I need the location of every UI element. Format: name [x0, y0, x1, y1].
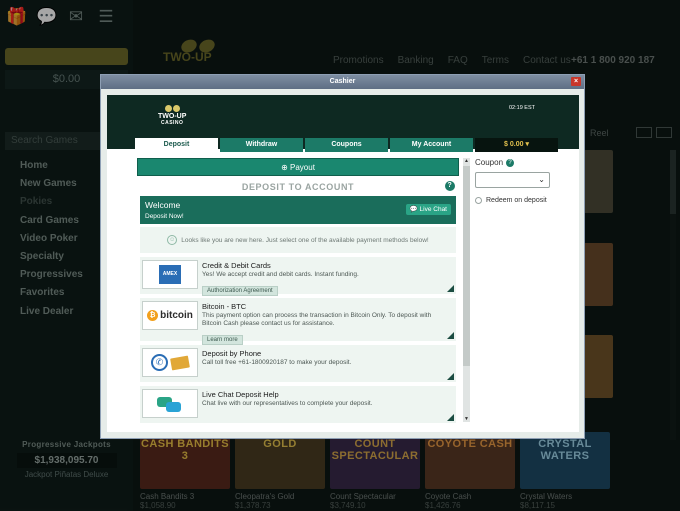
- corner-arrow-icon: [447, 373, 454, 380]
- welcome-subtitle: Deposit Now!: [145, 213, 184, 220]
- coupon-help-icon[interactable]: ?: [506, 158, 515, 167]
- chat-bubble-icon: 💬: [409, 206, 418, 213]
- cashier-content: TWO-UP CASINO 02:19 EST Deposit Withdraw…: [107, 95, 579, 432]
- radio-button[interactable]: [475, 197, 482, 204]
- payout-button[interactable]: ⊕ Payout: [137, 158, 459, 176]
- clock: 02:19 EST: [509, 105, 535, 111]
- coupon-select[interactable]: ⌄: [475, 172, 550, 188]
- payment-method-live-chat[interactable]: Live Chat Deposit Help Chat live with ou…: [140, 386, 456, 423]
- method-desc: Chat live with our representatives to co…: [202, 400, 373, 407]
- cashier-modal: Cashier × TWO-UP CASINO 02:19 EST Deposi…: [100, 74, 585, 439]
- modal-title: Cashier: [329, 78, 356, 85]
- scroll-up-icon[interactable]: ▲: [463, 158, 470, 164]
- payment-method-card[interactable]: AMEX Credit & Debit Cards Yes! We accept…: [140, 257, 456, 296]
- modal-titlebar[interactable]: Cashier ×: [101, 75, 584, 89]
- method-title: Credit & Debit Cards: [202, 261, 271, 270]
- bitcoin-icon: ₿ bitcoin: [142, 301, 198, 330]
- live-chat-button[interactable]: 💬 Live Chat: [405, 204, 451, 215]
- amex-card-icon: AMEX: [142, 260, 198, 289]
- balance-dropdown[interactable]: $ 0.00 ▾: [475, 138, 558, 152]
- coupon-label: Coupon ?: [475, 158, 555, 167]
- cashier-logo: TWO-UP CASINO: [158, 105, 186, 127]
- deposit-panel: ⊕ Payout DEPOSIT TO ACCOUNT ? Welcome De…: [137, 158, 459, 423]
- method-title: Deposit by Phone: [202, 349, 262, 358]
- corner-arrow-icon: [447, 332, 454, 339]
- live-chat-icon: [142, 389, 198, 418]
- method-desc: This payment option can process the tran…: [202, 312, 432, 327]
- methods-scrollbar[interactable]: ▲ ▼: [463, 158, 470, 422]
- section-title: DEPOSIT TO ACCOUNT ?: [137, 181, 459, 192]
- learn-more-link[interactable]: Learn more: [202, 335, 243, 345]
- method-desc: Call toll free +61-1800920187 to make yo…: [202, 359, 352, 366]
- help-icon[interactable]: ?: [445, 181, 455, 191]
- scroll-down-icon[interactable]: ▼: [463, 416, 470, 422]
- tab-withdraw[interactable]: Withdraw: [220, 138, 303, 152]
- new-user-notice: ☺ Looks like you are new here. Just sele…: [140, 227, 456, 253]
- welcome-banner: Welcome Deposit Now! 💬 Live Chat: [140, 196, 456, 224]
- cashier-tabs: Deposit Withdraw Coupons My Account $ 0.…: [135, 138, 558, 152]
- corner-arrow-icon: [447, 285, 454, 292]
- authorization-agreement-link[interactable]: Authorization Agreement: [202, 286, 278, 296]
- phone-deposit-icon: ✆: [142, 348, 198, 377]
- tab-deposit[interactable]: Deposit: [135, 138, 218, 152]
- cashier-header: TWO-UP CASINO 02:19 EST Deposit Withdraw…: [107, 95, 579, 152]
- payment-method-bitcoin[interactable]: ₿ bitcoin Bitcoin - BTC This payment opti…: [140, 298, 456, 345]
- tab-my-account[interactable]: My Account: [390, 138, 473, 152]
- corner-arrow-icon: [447, 414, 454, 421]
- scroll-thumb[interactable]: [463, 166, 470, 366]
- tab-coupons[interactable]: Coupons: [305, 138, 388, 152]
- coupon-panel: Coupon ? ⌄ Redeem on deposit: [475, 158, 555, 205]
- payment-method-phone[interactable]: ✆ Deposit by Phone Call toll free +61-18…: [140, 345, 456, 382]
- method-desc: Yes! We accept credit and debit cards. I…: [202, 271, 359, 278]
- close-button[interactable]: ×: [571, 77, 581, 86]
- method-title: Bitcoin - BTC: [202, 302, 247, 311]
- smiley-icon: ☺: [167, 235, 178, 245]
- method-title: Live Chat Deposit Help: [202, 390, 279, 399]
- chevron-down-icon: ⌄: [538, 175, 545, 184]
- redeem-on-deposit-option[interactable]: Redeem on deposit: [475, 196, 555, 205]
